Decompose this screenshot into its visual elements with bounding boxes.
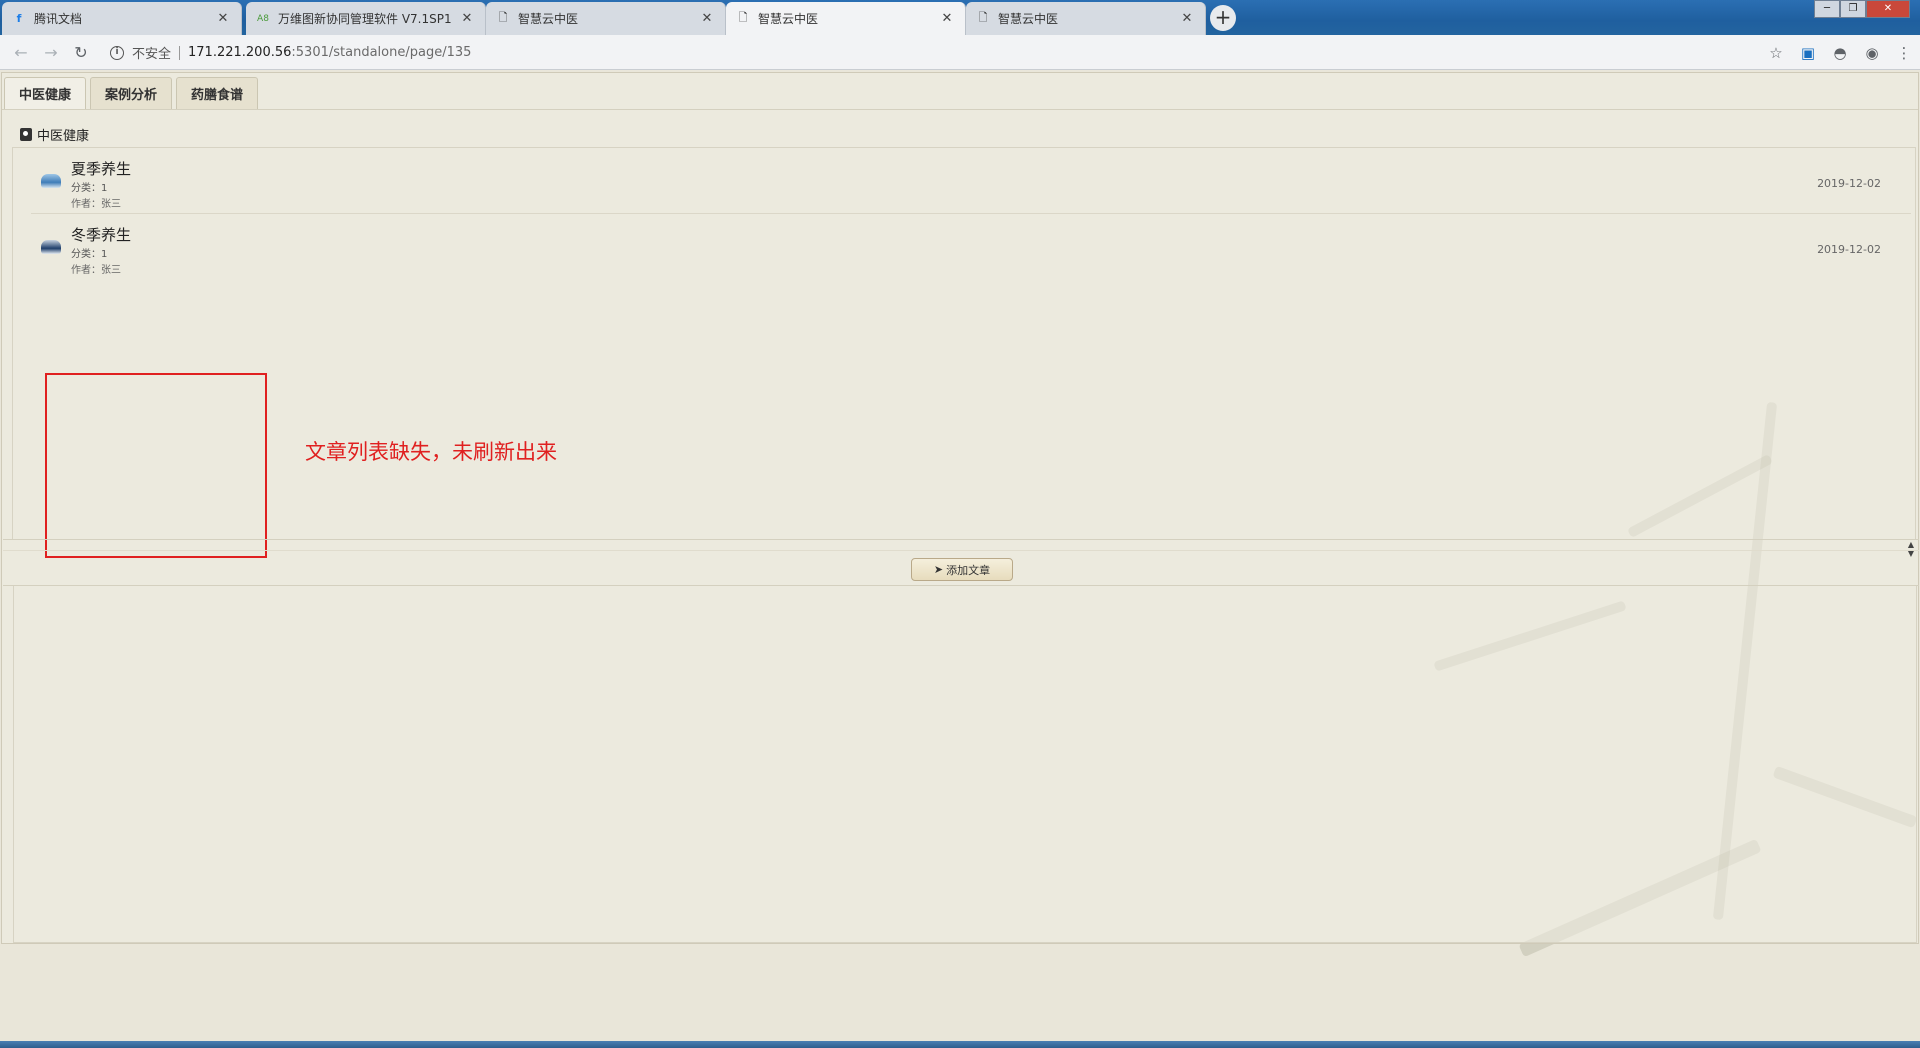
- close-window-button[interactable]: ✕: [1866, 0, 1910, 18]
- browser-toolbar: ← → ↻ i 不安全 171.221.200.56 :5301/standal…: [0, 35, 1920, 70]
- toolbar-actions: ☆ ▣ ◓ ◉ ⋮: [1760, 41, 1920, 64]
- browser-tab-a8[interactable]: A8 万维图新协同管理软件 V7.1SP1 ✕: [246, 2, 486, 35]
- tencent-docs-icon: f: [16, 12, 22, 25]
- article-date: 2019-12-02: [1817, 243, 1881, 256]
- article-category: 分类：1: [71, 249, 108, 260]
- browser-tab-title: 智慧云中医: [758, 12, 819, 26]
- divider: [2, 109, 1918, 110]
- extension-icon[interactable]: ▣: [1792, 44, 1824, 62]
- list-item[interactable]: 夏季养生 分类：1 作者：张三 2019-12-02: [31, 148, 1911, 214]
- page-icon: 🗋: [978, 11, 988, 24]
- section-title: 中医健康: [37, 129, 90, 144]
- page-content: 中医健康 案例分析 药膳食谱 中医健康 夏季养生 分类：1 作者：张三 2019…: [0, 71, 1920, 1048]
- address-bar[interactable]: i 不安全 171.221.200.56 :5301/standalone/pa…: [110, 41, 1760, 64]
- incognito-icon[interactable]: ◓: [1824, 44, 1856, 62]
- article-author: 作者：张三: [71, 265, 121, 276]
- browser-tab-title: 智慧云中医: [998, 12, 1059, 26]
- page-icon: 🗋: [498, 11, 508, 24]
- reload-icon[interactable]: ↻: [66, 43, 96, 62]
- annotation-highlight-box: [45, 373, 267, 558]
- annotation-note: 文章列表缺失，未刷新出来: [305, 440, 557, 464]
- security-label: 不安全: [132, 47, 172, 62]
- close-tab-icon[interactable]: ✕: [939, 11, 955, 26]
- browser-tab-title: 腾讯文档: [34, 12, 83, 26]
- tab-tcm-health[interactable]: 中医健康: [4, 77, 87, 109]
- section-header: 中医健康: [20, 125, 89, 144]
- browser-tab-zhyzy-3[interactable]: 🗋 智慧云中医 ✕: [966, 2, 1206, 35]
- contact-book-icon: [20, 128, 32, 141]
- send-icon: ➤: [933, 563, 944, 576]
- article-list: 夏季养生 分类：1 作者：张三 2019-12-02 冬季养生 分类：1 作者：…: [12, 147, 1916, 558]
- info-icon[interactable]: i: [110, 45, 124, 60]
- article-category: 分类：1: [71, 183, 108, 194]
- browser-tab-title: 万维图新协同管理软件 V7.1SP1: [278, 12, 452, 26]
- tab-case-analysis[interactable]: 案例分析: [90, 77, 173, 109]
- divider: [179, 45, 181, 60]
- browser-tab-zhyzy-active[interactable]: 🗋 智慧云中医 ✕: [726, 2, 966, 35]
- browser-tab-zhyzy-1[interactable]: 🗋 智慧云中医 ✕: [486, 2, 726, 35]
- menu-icon[interactable]: ⋮: [1888, 44, 1920, 62]
- article-title[interactable]: 夏季养生: [71, 158, 131, 179]
- page-icon: 🗋: [738, 11, 748, 24]
- close-tab-icon[interactable]: ✕: [459, 11, 475, 26]
- article-date: 2019-12-02: [1817, 177, 1881, 190]
- os-taskbar: [0, 1041, 1920, 1048]
- back-icon[interactable]: ←: [6, 43, 36, 62]
- add-article-button[interactable]: ➤ 添加文章: [911, 558, 1013, 581]
- content-area: [13, 586, 1917, 943]
- list-item[interactable]: 冬季养生 分类：1 作者：张三 2019-12-02: [31, 214, 1911, 280]
- browser-tab-tencent-docs[interactable]: f 腾讯文档 ✕: [2, 2, 242, 35]
- close-tab-icon[interactable]: ✕: [1179, 11, 1195, 26]
- add-article-label: 添加文章: [946, 563, 991, 577]
- tab-medicinal-recipes[interactable]: 药膳食谱: [176, 77, 259, 109]
- browser-tab-strip: f 腾讯文档 ✕ A8 万维图新协同管理软件 V7.1SP1 ✕ 🗋 智慧云中医…: [0, 0, 1920, 35]
- maximize-button[interactable]: ❐: [1840, 0, 1866, 18]
- article-title[interactable]: 冬季养生: [71, 224, 131, 245]
- resize-handle-icon[interactable]: ▲ ▼: [1908, 540, 1914, 558]
- article-thumbnail: [41, 174, 61, 188]
- url-path: :5301/standalone/page/135: [291, 45, 472, 60]
- new-tab-button[interactable]: +: [1210, 5, 1236, 31]
- star-icon[interactable]: ☆: [1760, 44, 1792, 62]
- a8-icon: A8: [257, 13, 269, 24]
- close-tab-icon[interactable]: ✕: [699, 11, 715, 26]
- article-thumbnail: [41, 240, 61, 254]
- browser-tab-title: 智慧云中医: [518, 12, 579, 26]
- forward-icon[interactable]: →: [36, 43, 66, 62]
- url-host: 171.221.200.56: [188, 45, 292, 60]
- category-tabs: 中医健康 案例分析 药膳食谱: [4, 77, 262, 109]
- minimize-button[interactable]: ─: [1814, 0, 1840, 18]
- main-panel: 中医健康 案例分析 药膳食谱 中医健康 夏季养生 分类：1 作者：张三 2019…: [1, 72, 1919, 944]
- account-icon[interactable]: ◉: [1856, 44, 1888, 62]
- divider: [3, 539, 1919, 540]
- article-author: 作者：张三: [71, 199, 121, 210]
- close-tab-icon[interactable]: ✕: [215, 11, 231, 26]
- divider: [3, 550, 1919, 551]
